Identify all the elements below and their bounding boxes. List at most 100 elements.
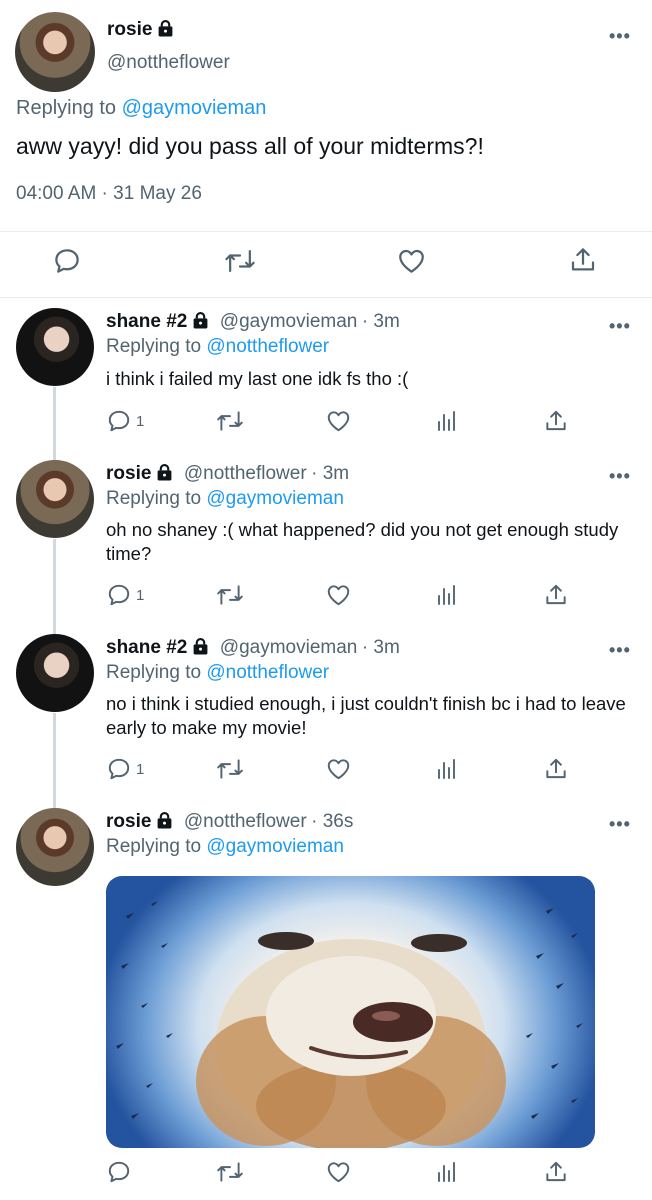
like-button[interactable] [325,1159,352,1185]
avatar[interactable] [15,12,95,92]
tweet-time[interactable]: · 3m [362,637,400,658]
tweet-media-image[interactable] [106,876,595,1148]
reply-button[interactable] [106,1159,132,1185]
retweet-icon [224,247,256,275]
divider [0,231,652,232]
replying-label: Replying to [106,336,207,357]
more-options-icon[interactable]: ••• [609,466,631,487]
divider [0,297,652,298]
reply-button[interactable]: 1 [106,582,144,608]
like-icon [325,408,352,434]
analytics-icon [435,583,459,607]
reply-button[interactable]: 1 [106,756,144,782]
more-options-icon[interactable]: ••• [609,814,631,835]
dog-face-icon [116,901,583,1148]
retweet-button[interactable] [224,247,256,275]
replying-to: Replying to @gaymovieman [106,836,344,858]
reply-icon [106,756,132,782]
analytics-icon [435,1160,459,1184]
replying-to-link[interactable]: @nottheflower [206,662,329,683]
lock-icon [192,312,209,334]
retweet-icon [216,757,244,781]
more-options-icon[interactable]: ••• [609,640,631,661]
analytics-icon [435,409,459,433]
avatar[interactable] [16,308,94,386]
display-name[interactable]: shane #2 [106,637,187,658]
reply-button[interactable] [52,246,82,276]
like-button[interactable] [325,408,352,434]
share-icon [543,408,569,434]
reply-count: 1 [136,586,145,604]
reply-icon [52,246,82,276]
retweet-button[interactable] [216,757,244,781]
retweet-icon [216,409,244,433]
like-icon [325,756,352,782]
share-icon [543,582,569,608]
lock-icon [192,638,209,660]
retweet-button[interactable] [216,583,244,607]
avatar[interactable] [16,808,94,886]
analytics-button[interactable] [435,583,459,607]
replying-to: Replying to @gaymovieman [16,97,266,120]
more-options-icon[interactable]: ••• [609,316,631,337]
like-icon [396,246,427,276]
display-name[interactable]: rosie [106,463,151,484]
reply-count: 1 [136,760,145,778]
replying-to: Replying to @gaymovieman [106,488,344,510]
share-button[interactable] [543,1159,569,1185]
share-icon [568,245,598,275]
like-button[interactable] [325,756,352,782]
replying-label: Replying to [106,488,207,509]
share-icon [543,756,569,782]
replying-to-link[interactable]: @gaymovieman [206,488,344,509]
thread-line [53,387,56,462]
user-handle[interactable]: @nottheflower [107,52,230,74]
lock-icon [156,812,173,834]
tweet-time[interactable]: · 36s [311,811,353,832]
analytics-button[interactable] [435,1160,459,1184]
share-button[interactable] [568,245,598,275]
share-button[interactable] [543,582,569,608]
like-button[interactable] [325,582,352,608]
like-button[interactable] [396,246,427,276]
like-icon [325,582,352,608]
analytics-button[interactable] [435,757,459,781]
tweet-time[interactable]: · 3m [362,311,400,332]
lock-icon [157,20,174,42]
display-name[interactable]: shane #2 [106,311,187,332]
reply-button[interactable]: 1 [106,408,144,434]
tweet-text: no i think i studied enough, i just coul… [106,693,626,738]
replying-label: Replying to [106,662,207,683]
retweet-button[interactable] [216,409,244,433]
more-options-icon[interactable]: ••• [609,26,631,47]
reply-count: 1 [136,412,145,430]
replying-to-link[interactable]: @nottheflower [206,336,329,357]
display-name[interactable]: rosie [107,19,152,40]
user-handle[interactable]: @gaymovieman [220,637,358,658]
share-button[interactable] [543,408,569,434]
tweet-timestamp[interactable]: 04:00 AM · 31 May 26 [16,183,202,205]
lock-icon [156,464,173,486]
replying-label: Replying to [16,97,122,119]
avatar[interactable] [16,460,94,538]
replying-to-link[interactable]: @gaymovieman [122,97,267,119]
replying-to-link[interactable]: @gaymovieman [206,836,344,857]
analytics-icon [435,757,459,781]
share-icon [543,1159,569,1185]
replying-to: Replying to @nottheflower [106,662,329,684]
tweet-text: i think i failed my last one idk fs tho … [106,368,409,389]
retweet-icon [216,1160,244,1184]
user-handle[interactable]: @nottheflower [184,811,307,832]
retweet-button[interactable] [216,1160,244,1184]
tweet-time[interactable]: · 3m [311,463,349,484]
user-handle[interactable]: @gaymovieman [220,311,358,332]
avatar[interactable] [16,634,94,712]
share-button[interactable] [543,756,569,782]
reply-icon [106,1159,132,1185]
replying-label: Replying to [106,836,207,857]
display-name[interactable]: rosie [106,811,151,832]
thread-line [53,539,56,635]
user-handle[interactable]: @nottheflower [184,463,307,484]
analytics-button[interactable] [435,409,459,433]
retweet-icon [216,583,244,607]
